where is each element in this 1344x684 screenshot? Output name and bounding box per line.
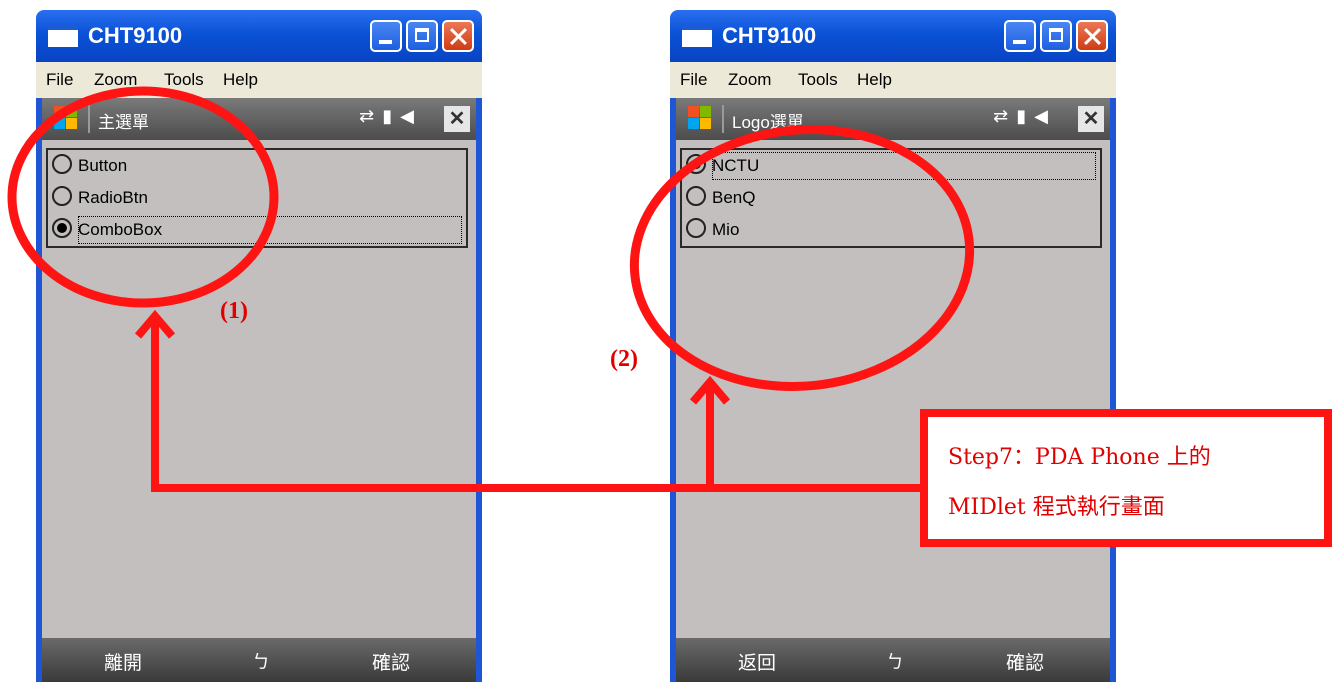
step-callout: Step7：PDA Phone 上的 MIDlet 程式執行畫面 xyxy=(920,409,1332,547)
step-text-line-2: MIDlet 程式執行畫面 xyxy=(948,495,1165,520)
annotation-label-1: (1) xyxy=(220,298,248,324)
step-text-line-1: Step7：PDA Phone 上的 xyxy=(948,445,1211,470)
annotation-label-2: (2) xyxy=(610,346,638,372)
connector-line xyxy=(151,320,920,492)
annotation-overlay xyxy=(7,86,975,492)
highlight-circle-2 xyxy=(629,124,975,392)
highlight-circle-1 xyxy=(7,86,279,308)
